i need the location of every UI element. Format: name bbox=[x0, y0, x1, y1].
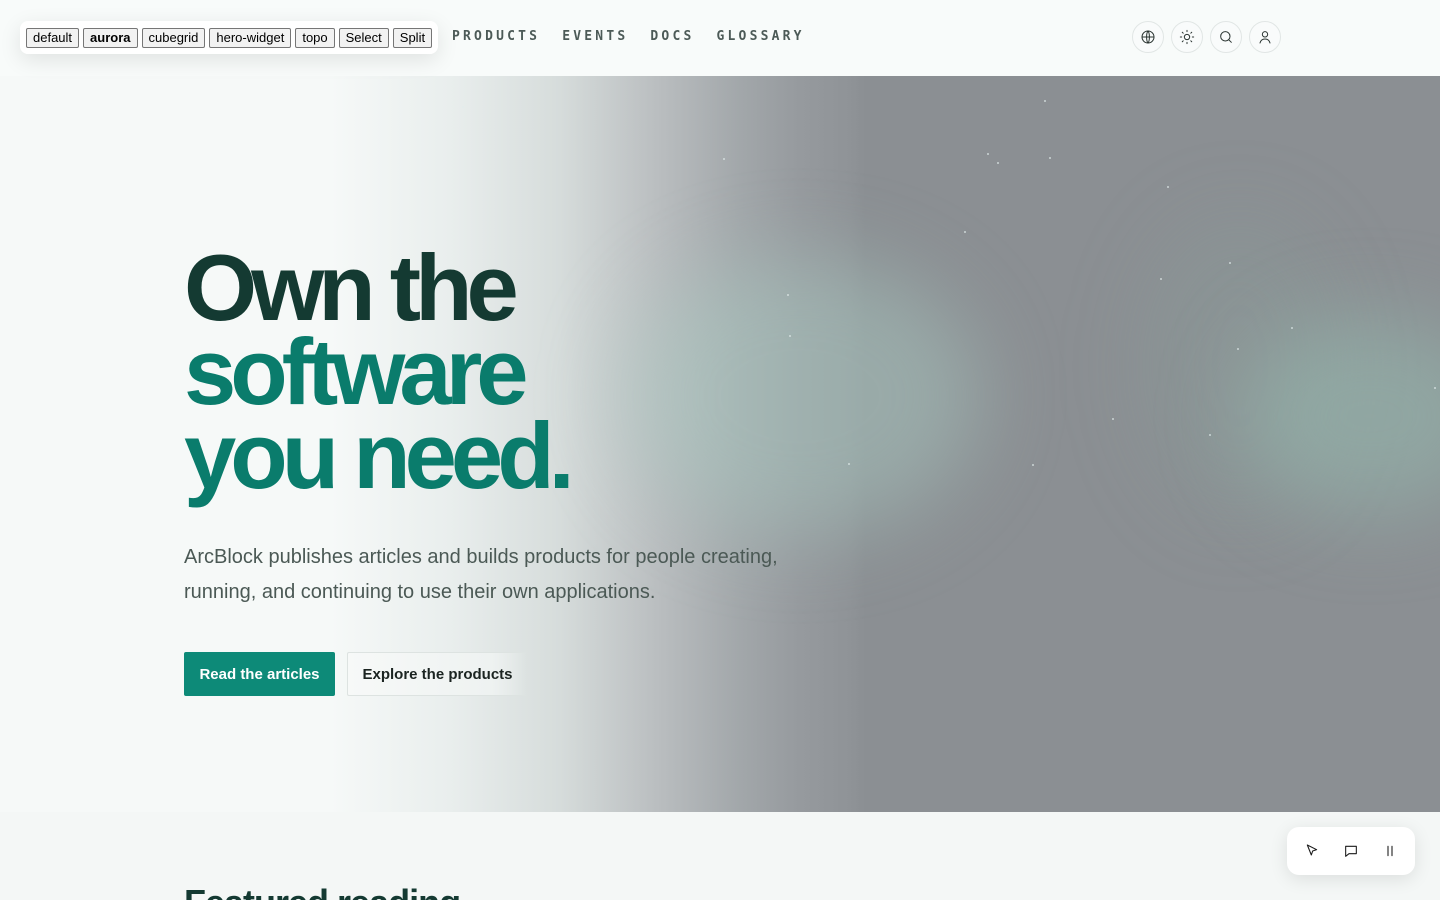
pointer-icon bbox=[1307, 844, 1318, 856]
pause-icon bbox=[1387, 845, 1393, 857]
user-icon bbox=[1259, 31, 1271, 44]
comment-icon bbox=[1345, 845, 1357, 857]
variant-aurora-button[interactable]: aurora bbox=[83, 27, 138, 48]
star-dot bbox=[1209, 434, 1211, 436]
variant-default-button[interactable]: default bbox=[26, 27, 80, 48]
star-dot bbox=[1160, 278, 1162, 280]
hero-variant-switcher: default aurora cubegrid hero-widget topo… bbox=[20, 21, 439, 54]
variant-topo-button[interactable]: topo bbox=[295, 27, 335, 48]
star-dot bbox=[1032, 464, 1034, 466]
star-dot bbox=[789, 335, 791, 337]
star-dot bbox=[1112, 418, 1114, 420]
star-dot bbox=[1167, 186, 1169, 188]
star-dot bbox=[462, 106, 464, 108]
star-dot bbox=[1049, 157, 1051, 159]
nav-glossary[interactable]: GLOSSARY bbox=[717, 28, 805, 46]
hero-description: ArcBlock publishes articles and builds p… bbox=[184, 546, 778, 603]
header-actions bbox=[1132, 21, 1281, 53]
star-dot bbox=[787, 294, 789, 296]
headline-line-1: Own the bbox=[184, 235, 519, 340]
variant-hero-widget-button[interactable]: hero-widget bbox=[209, 27, 292, 48]
read-articles-button[interactable]: Read the articles bbox=[184, 652, 335, 696]
account-button[interactable] bbox=[1249, 21, 1281, 53]
theme-toggle-button[interactable] bbox=[1171, 21, 1203, 53]
star-dot bbox=[723, 158, 725, 160]
language-button[interactable] bbox=[1132, 21, 1164, 53]
globe-icon bbox=[1141, 30, 1155, 44]
star-dot bbox=[1237, 348, 1239, 350]
star-dot bbox=[1044, 100, 1046, 102]
search-icon bbox=[1220, 31, 1232, 43]
variant-cubegrid-button[interactable]: cubegrid bbox=[141, 27, 206, 48]
star-dot bbox=[964, 231, 966, 233]
floating-toolbar bbox=[1287, 827, 1415, 875]
variant-split-button[interactable]: Split bbox=[392, 27, 433, 48]
explore-products-button[interactable]: Explore the products bbox=[347, 652, 527, 696]
search-button[interactable] bbox=[1210, 21, 1242, 53]
star-dot bbox=[1291, 327, 1293, 329]
star-dot bbox=[997, 162, 999, 164]
comment-tool-button[interactable] bbox=[1337, 837, 1365, 865]
nav-products[interactable]: PRODUCTS bbox=[452, 28, 540, 46]
featured-section: Featured reading bbox=[0, 812, 1440, 900]
primary-nav: PRODUCTS EVENTS DOCS GLOSSARY bbox=[452, 28, 827, 46]
aurora-glow bbox=[620, 256, 980, 536]
headline-line-3: you need. bbox=[184, 403, 575, 508]
headline-line-2: software bbox=[184, 319, 529, 424]
star-dot bbox=[987, 153, 989, 155]
star-dot bbox=[1434, 387, 1436, 389]
section-title: Featured reading bbox=[184, 882, 461, 900]
star-dot bbox=[848, 463, 850, 465]
variant-select-button[interactable]: Select bbox=[338, 27, 389, 48]
pause-button[interactable] bbox=[1376, 837, 1404, 865]
hero-headline: Own the software you need. bbox=[184, 235, 575, 508]
select-tool-button[interactable] bbox=[1298, 837, 1326, 865]
star-dot bbox=[1229, 262, 1231, 264]
nav-docs[interactable]: DOCS bbox=[650, 28, 694, 46]
hero-section: Own the software you need. ArcBlock publ… bbox=[0, 76, 1440, 812]
nav-events[interactable]: EVENTS bbox=[562, 28, 628, 46]
sun-icon bbox=[1179, 29, 1195, 45]
